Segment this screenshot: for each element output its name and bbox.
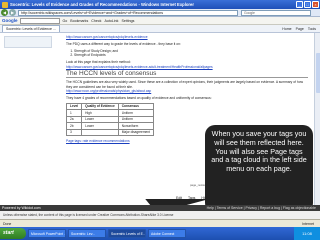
autolink-button[interactable]: AutoLink [104,19,118,23]
status-bar: Done Internet [0,219,320,227]
start-button[interactable]: start [0,228,26,239]
google-toolbar: Google Go Bookmarks Check AutoLink Setti… [0,17,320,25]
para-method: Look at this page that explains their me… [66,60,213,69]
status-text: Done [3,222,12,226]
para-hccn: The HCCN guidelines are also very widely… [66,80,303,94]
levels-table: Level Quality of Evidence Consensus 1 Hi… [65,102,154,137]
left-sidebar [0,33,58,205]
criteria-list: Strength of Study Design; and Strength o… [74,49,308,58]
page-content: http://www.cancer.gov/cancertopics/pdq/l… [0,33,320,213]
google-search-input[interactable] [19,17,60,24]
search-input[interactable]: Google [241,9,311,16]
close-button[interactable]: × [312,1,319,8]
window-title: Socentric: Levels of Evidence and Grades… [10,2,195,7]
tab-active[interactable]: Socentric: Levels of Evidence ... [2,25,60,32]
scrollbar-thumb[interactable] [315,53,320,93]
license-notice: Unless otherwise stated, the content of … [0,211,320,219]
pdq-link[interactable]: http://www.cancer.gov/cancertopics/pdq/l… [66,35,148,39]
taskbar: start Microsoft PowerPoint ... Socentric… [0,227,320,240]
list-item: Strength of Endpoints [74,53,308,57]
maximize-button[interactable]: □ [304,1,311,8]
nccn-link[interactable]: http://www.nccn.org/professionals/physic… [66,89,151,93]
tools-menu[interactable]: Tools [308,27,316,31]
taskbar-item-powerpoint[interactable]: Microsoft PowerPoint ... [28,229,66,238]
google-go-button[interactable]: Go [63,19,68,23]
site-logo [4,36,52,48]
back-button[interactable]: ◀ [1,9,8,16]
table-cell: 3 [65,128,83,137]
address-bar: ◀ ▶ http://socentric.wikispaces.com/Leve… [0,9,320,17]
para-pdq: The PDQ uses a different way to grade th… [66,41,181,46]
home-button[interactable]: Home [282,27,291,31]
google-logo: Google [2,18,18,23]
minimize-button[interactable]: _ [296,1,303,8]
table-row: 3 Major disagreement [65,128,154,137]
method-link[interactable]: http://www.cancer.gov/cancertopics/pdq/l… [66,65,213,69]
tags-link[interactable]: Page tags: rate evidence recommendations [66,139,130,143]
taskbar-item-socentric-1[interactable]: Socentric: Lev... [68,229,106,238]
url-field[interactable]: http://socentric.wikispaces.com/Levels+o… [18,9,238,16]
table-cell: Major disagreement [117,128,154,137]
page-menu[interactable]: Page [296,27,304,31]
settings-button[interactable]: Settings [121,19,134,23]
powered-by-text[interactable]: Powered by Wikidot.com [2,206,41,210]
taskbar-item-adobe[interactable]: Adobe Connect [148,229,186,238]
tag-callout: When you save your tags you will see the… [205,125,313,213]
para-grades: They have 4 grades of recommendations ba… [66,96,212,101]
section-heading: The HCCN levels of consensus [66,70,308,79]
forward-button[interactable]: ▶ [9,9,16,16]
taskbar-item-socentric-2[interactable]: Socentric Levels of E... [108,229,146,238]
vertical-scrollbar[interactable] [314,33,320,205]
check-button[interactable]: Check [91,19,101,23]
tab-bar: Socentric: Levels of Evidence ... Home P… [0,25,320,33]
ie-icon [2,1,8,8]
system-tray-clock: 11:08 [294,227,320,240]
table-cell [81,128,119,137]
title-bar: Socentric: Levels of Evidence and Grades… [0,0,320,9]
bookmarks-button[interactable]: Bookmarks [70,19,88,23]
